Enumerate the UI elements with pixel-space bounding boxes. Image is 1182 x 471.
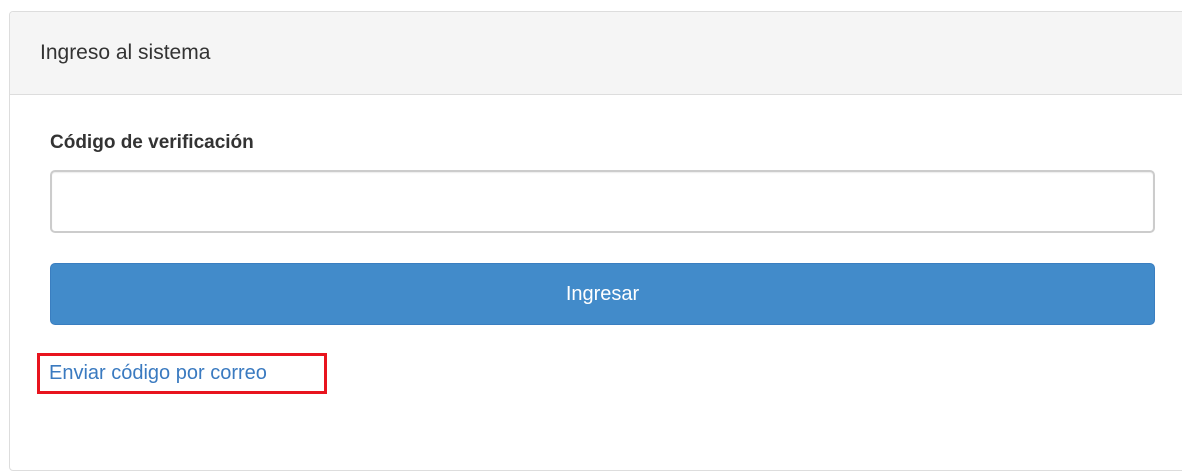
panel-title: Ingreso al sistema (40, 41, 211, 64)
panel-heading: Ingreso al sistema (10, 12, 1182, 95)
send-code-by-email-link[interactable]: Enviar código por correo (49, 362, 267, 385)
verification-code-input[interactable] (50, 170, 1155, 233)
verification-code-label: Código de verificación (50, 132, 254, 153)
login-panel: Ingreso al sistema Código de verificació… (9, 11, 1182, 471)
submit-button[interactable]: Ingresar (50, 263, 1155, 325)
highlight-box: Enviar código por correo (37, 353, 327, 394)
